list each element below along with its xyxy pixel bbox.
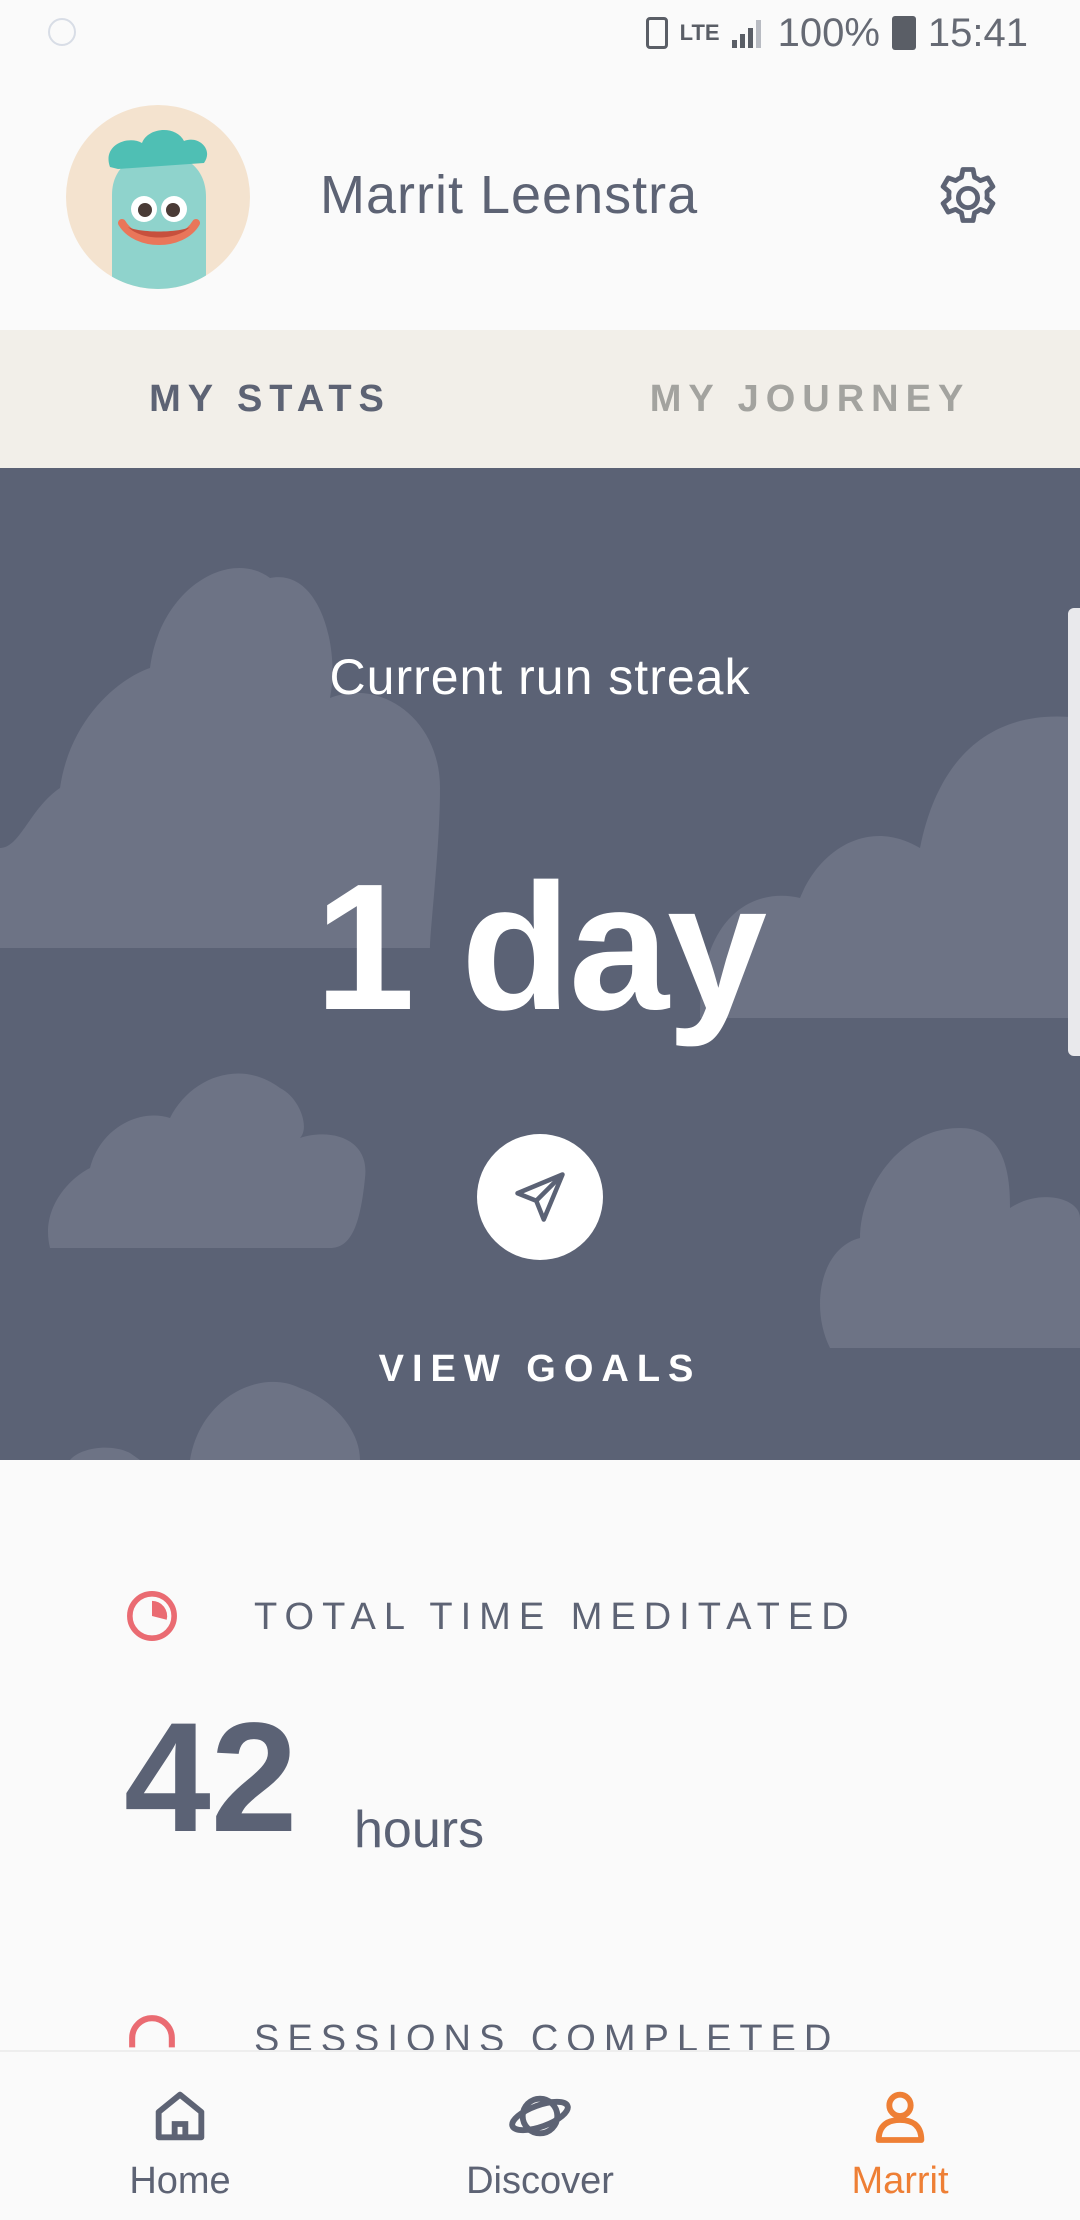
nav-home-label: Home bbox=[129, 2160, 231, 2202]
stat-title-total-time: TOTAL TIME MEDITATED bbox=[254, 1596, 857, 1638]
view-goals-button[interactable] bbox=[477, 1134, 603, 1260]
person-icon bbox=[875, 2091, 925, 2143]
profile-header: Marrit Leenstra bbox=[0, 66, 1080, 330]
signal-icon bbox=[731, 18, 766, 48]
profile-tabs: MY STATS MY JOURNEY bbox=[0, 330, 1080, 478]
battery-level: 100% bbox=[777, 10, 880, 55]
stat-value-total-time: 42 bbox=[124, 1691, 298, 1865]
bottom-navigation: Home Discover Marrit bbox=[0, 2050, 1080, 2220]
streak-value: 1 day bbox=[314, 847, 767, 1048]
tab-my-stats[interactable]: MY STATS bbox=[0, 330, 540, 468]
battery-saver-icon bbox=[645, 17, 668, 49]
clock: 15:41 bbox=[927, 10, 1028, 55]
nav-profile[interactable]: Marrit bbox=[720, 2052, 1080, 2220]
streak-label: Current run streak bbox=[329, 649, 751, 705]
avatar[interactable] bbox=[66, 105, 250, 289]
planet-icon bbox=[509, 2095, 571, 2137]
paper-plane-icon bbox=[515, 1172, 565, 1222]
battery-icon bbox=[891, 16, 916, 50]
pie-clock-icon bbox=[124, 1588, 180, 1644]
nav-home[interactable]: Home bbox=[0, 2052, 360, 2220]
stat-unit-total-time: hours bbox=[354, 1801, 485, 1859]
status-bar: LTE 100% 15:41 bbox=[0, 0, 1080, 66]
settings-button[interactable] bbox=[932, 162, 1004, 234]
nav-profile-label: Marrit bbox=[851, 2160, 949, 2202]
status-icons: LTE 100% 15:41 bbox=[645, 8, 1028, 58]
streak-card: Current run streak 1 day VIEW GOALS bbox=[0, 468, 1080, 1460]
notification-icon bbox=[48, 18, 76, 46]
gear-icon bbox=[940, 167, 996, 223]
green-creature-avatar-icon bbox=[108, 129, 208, 289]
network-type: LTE bbox=[679, 20, 720, 45]
tab-my-journey[interactable]: MY JOURNEY bbox=[540, 330, 1080, 468]
nav-discover[interactable]: Discover bbox=[360, 2052, 720, 2220]
profile-name: Marrit Leenstra bbox=[320, 165, 699, 225]
nav-discover-label: Discover bbox=[466, 2160, 614, 2202]
view-goals-link[interactable]: VIEW GOALS bbox=[0, 1348, 1080, 1391]
home-icon bbox=[155, 2091, 205, 2141]
